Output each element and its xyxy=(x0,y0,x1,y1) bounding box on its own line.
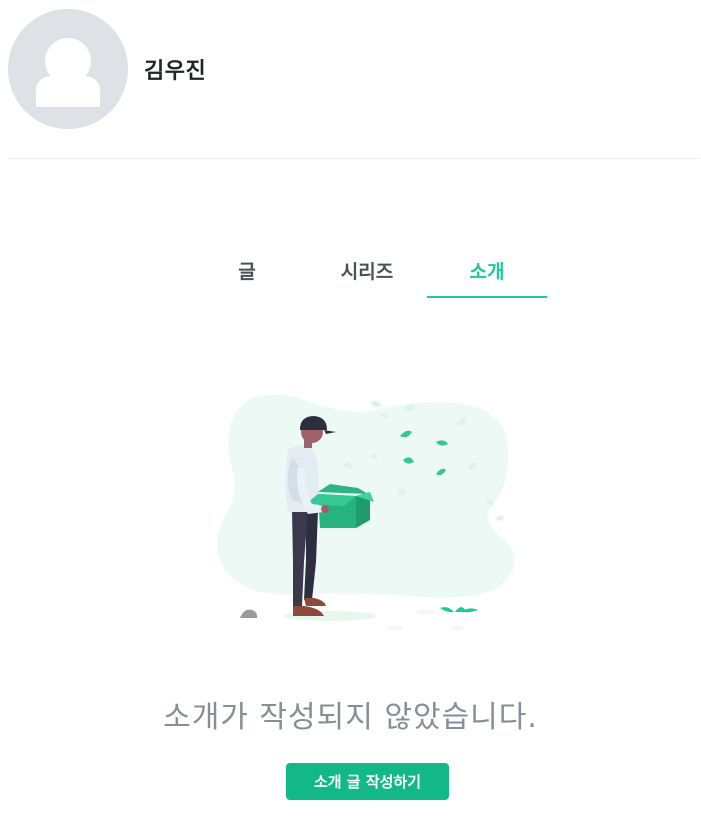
avatar[interactable] xyxy=(8,9,128,129)
profile-name: 김우진 xyxy=(144,59,207,84)
empty-state-message: 소개가 작성되지 않았습니다. xyxy=(163,700,538,735)
pebble xyxy=(240,609,258,618)
active-tab-indicator xyxy=(427,296,547,298)
empty-state-illustration xyxy=(200,380,530,640)
tab-posts[interactable]: 글 xyxy=(187,248,307,298)
tab-about[interactable]: 소개 xyxy=(427,248,547,298)
plant xyxy=(440,607,478,613)
write-intro-button[interactable]: 소개 글 작성하기 xyxy=(286,763,449,800)
tab-series[interactable]: 시리즈 xyxy=(307,248,427,298)
divider xyxy=(8,158,700,159)
user-placeholder-icon xyxy=(8,9,128,129)
profile-tabs: 글 시리즈 소개 xyxy=(187,248,547,298)
profile-header: 김우진 xyxy=(8,9,206,129)
